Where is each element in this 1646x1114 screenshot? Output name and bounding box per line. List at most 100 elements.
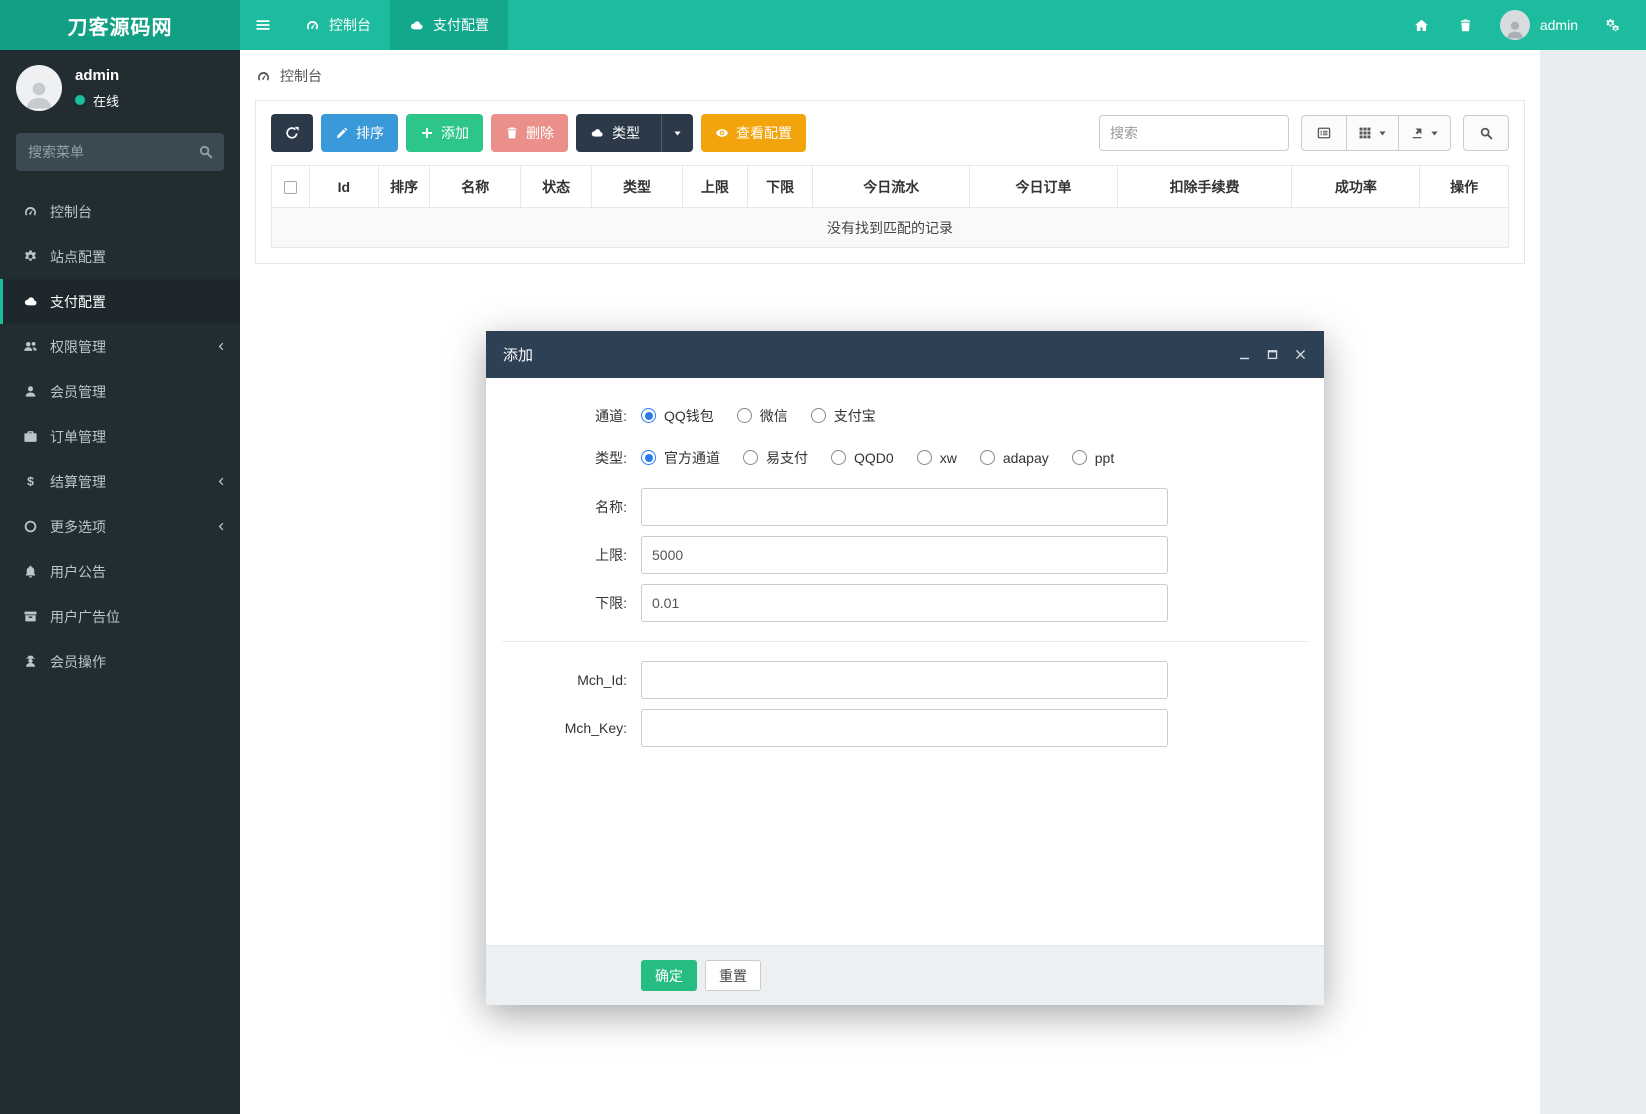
radio-label: 易支付 [766, 449, 808, 466]
mch-key-input[interactable] [641, 709, 1168, 747]
radio-label: adapay [1002, 449, 1049, 466]
sidebar-item-permission-management[interactable]: 权限管理 [0, 324, 240, 369]
refresh-icon [285, 126, 299, 140]
type-field-row: 类型: 官方通道 易支付 QQD0 xw adapay ppt [502, 446, 1308, 470]
caret-down-icon [1430, 129, 1439, 138]
type-dropdown-caret[interactable] [661, 114, 693, 152]
tab-dashboard[interactable]: 控制台 [286, 0, 390, 50]
chevron-left-icon [215, 521, 226, 532]
radio-circle [831, 450, 846, 466]
content-card: 排序 添加 删除 类型 查看配置 搜索 Id 排序 名称 状态 类型 上限 下限… [255, 100, 1525, 264]
sidebar-item-more-options[interactable]: 更多选项 [0, 504, 240, 549]
tab-payment-config[interactable]: 支付配置 [390, 0, 508, 50]
type-button-label: 类型 [612, 125, 640, 141]
sidebar-item-label: 更多选项 [50, 518, 106, 535]
radio-ppt[interactable]: ppt [1071, 449, 1115, 466]
column-header[interactable]: 成功率 [1291, 165, 1421, 208]
name-input[interactable] [641, 488, 1168, 526]
confirm-button[interactable]: 确定 [641, 960, 697, 991]
breadcrumb-label: 控制台 [280, 68, 322, 84]
user-menu[interactable]: admin [1488, 0, 1590, 50]
cogs-icon [1605, 18, 1620, 33]
sidebar-item-settlement-management[interactable]: $ 结算管理 [0, 459, 240, 504]
dollar-icon: $ [21, 474, 39, 489]
radio-label: ppt [1094, 449, 1115, 466]
sidebar-item-label: 用户公告 [50, 563, 106, 580]
mch-id-input[interactable] [641, 661, 1168, 699]
radio-label: xw [939, 449, 957, 466]
refresh-button[interactable] [271, 114, 313, 152]
delete-button[interactable]: 删除 [491, 114, 568, 152]
radio-官方通道[interactable]: 官方通道 [641, 448, 720, 468]
svg-text:$: $ [27, 475, 34, 489]
sidebar-toggle-button[interactable] [240, 0, 286, 50]
window-maximize-icon[interactable] [1266, 348, 1279, 361]
gauge-icon [256, 69, 271, 84]
column-header[interactable]: 类型 [591, 165, 683, 208]
add-button[interactable]: 添加 [406, 114, 483, 152]
radio-xw[interactable]: xw [916, 449, 957, 466]
radio-微信[interactable]: 微信 [736, 406, 788, 426]
export-dropdown-button[interactable] [1398, 115, 1451, 151]
radio-易支付[interactable]: 易支付 [743, 448, 808, 468]
view-config-button[interactable]: 查看配置 [701, 114, 806, 152]
radio-circle [641, 450, 656, 466]
name-field-row: 名称: [502, 488, 1308, 526]
column-header[interactable]: 下限 [747, 165, 814, 208]
column-header[interactable]: Id [308, 165, 379, 208]
radio-QQD0[interactable]: QQD0 [831, 450, 894, 466]
type-dropdown-button[interactable]: 类型 [576, 114, 693, 152]
sidebar-search-input[interactable] [16, 133, 224, 171]
table-search-input[interactable] [1099, 115, 1289, 151]
column-header[interactable]: 今日流水 [812, 165, 971, 208]
sidebar-item-member-management[interactable]: 会员管理 [0, 369, 240, 414]
search-button[interactable] [1463, 115, 1509, 151]
sidebar-item-payment-config[interactable]: 支付配置 [0, 279, 240, 324]
radio-adapay[interactable]: adapay [979, 449, 1049, 466]
sidebar-item-label: 会员管理 [50, 383, 106, 400]
sidebar-item-site-config[interactable]: 站点配置 [0, 234, 240, 279]
type-dropdown-main[interactable]: 类型 [576, 114, 654, 152]
column-header[interactable]: 今日订单 [969, 165, 1118, 208]
column-header[interactable]: 排序 [377, 165, 431, 208]
columns-dropdown-button[interactable] [1346, 115, 1399, 151]
column-header[interactable]: 操作 [1419, 165, 1509, 208]
settings-button[interactable] [1590, 0, 1634, 50]
mch-key-label: Mch_Key: [564, 720, 627, 736]
window-minimize-icon[interactable] [1238, 348, 1251, 361]
lower-limit-field-row: 下限: [502, 584, 1308, 622]
radio-QQ钱包[interactable]: QQ钱包 [641, 406, 714, 426]
sidebar-item-dashboard[interactable]: 控制台 [0, 189, 240, 234]
sidebar-item-member-operation[interactable]: 会员操作 [0, 639, 240, 684]
trash-button[interactable] [1444, 0, 1488, 50]
radio-label: 支付宝 [833, 407, 876, 424]
sort-button[interactable]: 排序 [321, 114, 398, 152]
window-close-icon[interactable] [1294, 348, 1307, 361]
column-header[interactable]: 状态 [520, 165, 593, 208]
upper-limit-label: 上限: [595, 547, 627, 563]
bell-icon [21, 564, 39, 579]
sidebar-item-user-announcement[interactable]: 用户公告 [0, 549, 240, 594]
table-empty-row: 没有找到匹配的记录 [271, 207, 1509, 248]
upper-limit-input[interactable] [641, 536, 1168, 574]
radio-支付宝[interactable]: 支付宝 [810, 406, 876, 426]
select-all-checkbox[interactable] [283, 181, 297, 195]
radio-label: 微信 [759, 407, 788, 424]
lower-limit-input[interactable] [641, 584, 1168, 622]
modal-window-controls [1238, 348, 1307, 361]
column-header[interactable]: 扣除手续费 [1116, 165, 1293, 208]
sidebar-item-user-ad-slot[interactable]: 用户广告位 [0, 594, 240, 639]
sidebar-item-label: 支付配置 [50, 293, 106, 310]
column-header[interactable]: 上限 [681, 165, 749, 208]
search-icon [1479, 126, 1493, 140]
home-button[interactable] [1400, 0, 1444, 50]
archive-icon [21, 609, 39, 624]
toggle-pagination-button[interactable] [1301, 115, 1347, 151]
user-name: admin [1539, 17, 1578, 33]
brand-logo[interactable]: 刀客源码网 [0, 0, 240, 50]
sidebar-item-order-management[interactable]: 订单管理 [0, 414, 240, 459]
sidebar-item-label: 会员操作 [50, 653, 106, 670]
reset-button[interactable]: 重置 [705, 960, 761, 991]
column-header[interactable]: 名称 [429, 165, 522, 208]
tab-label: 支付配置 [433, 17, 489, 33]
